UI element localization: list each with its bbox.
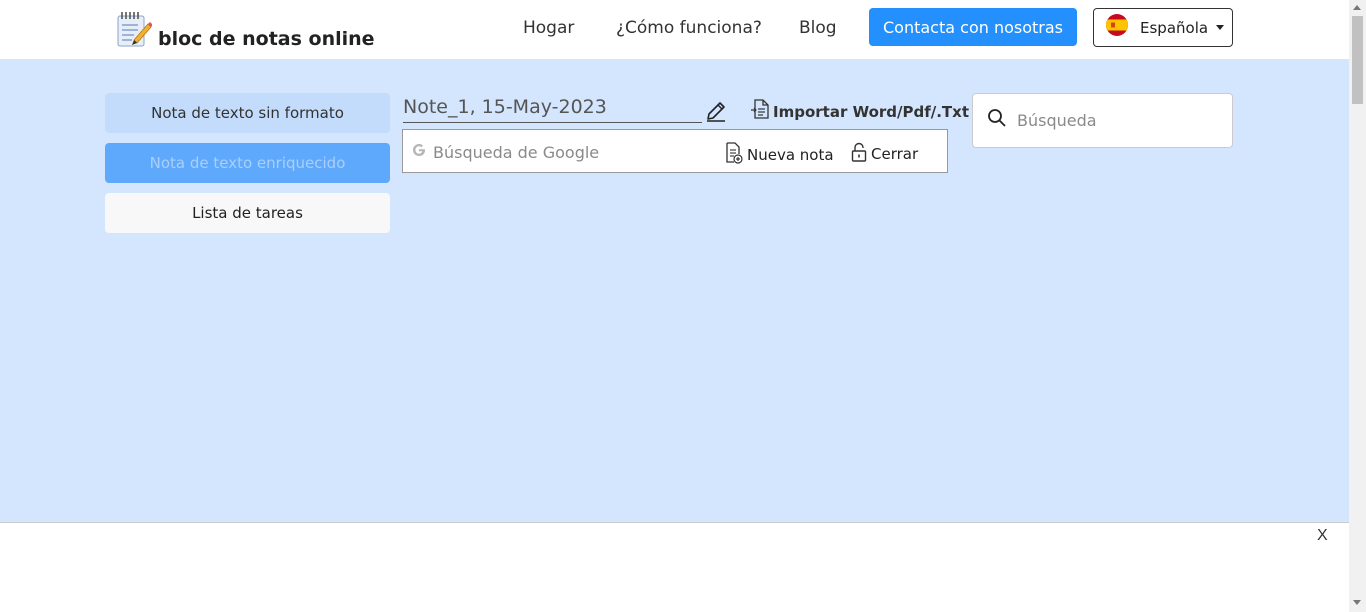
new-note-label: Nueva nota bbox=[747, 146, 834, 164]
google-search bbox=[411, 142, 703, 163]
language-dropdown[interactable]: Española bbox=[1093, 8, 1233, 47]
contact-button[interactable]: Contacta con nosotras bbox=[869, 8, 1077, 46]
spain-flag-icon bbox=[1106, 14, 1128, 41]
logo-text: bloc de notas online bbox=[158, 27, 375, 50]
logo[interactable]: bloc de notas online bbox=[116, 10, 375, 53]
ad-banner: X bbox=[0, 522, 1349, 612]
close-note-button[interactable]: Cerrar bbox=[851, 142, 918, 166]
chevron-down-icon bbox=[1216, 25, 1225, 30]
ad-close-button[interactable]: X bbox=[1317, 527, 1328, 545]
note-search-box bbox=[972, 93, 1233, 148]
language-label: Española bbox=[1140, 18, 1209, 37]
search-input[interactable] bbox=[1017, 111, 1217, 130]
google-search-input[interactable] bbox=[433, 143, 703, 162]
tab-todo-list[interactable]: Lista de tareas bbox=[105, 193, 390, 233]
scroll-thumb[interactable] bbox=[1352, 16, 1363, 104]
note-toolbar: Nueva nota Cerrar bbox=[402, 129, 948, 173]
scrollbar[interactable] bbox=[1349, 0, 1366, 612]
scroll-up-icon[interactable] bbox=[1353, 5, 1361, 10]
nav-blog-link[interactable]: Blog bbox=[799, 18, 837, 38]
new-note-button[interactable]: Nueva nota bbox=[725, 142, 834, 168]
nav-how-it-works-link[interactable]: ¿Cómo funciona? bbox=[616, 18, 762, 38]
pencil-icon[interactable] bbox=[705, 100, 727, 127]
tab-plain-text-note[interactable]: Nota de texto sin formato bbox=[105, 93, 390, 133]
notepad-logo-icon bbox=[116, 10, 153, 53]
nav-home-link[interactable]: Hogar bbox=[523, 18, 574, 38]
google-g-icon bbox=[411, 142, 427, 163]
import-file-button[interactable]: Importar Word/Pdf/.Txt bbox=[751, 99, 969, 124]
search-icon bbox=[987, 108, 1007, 133]
lock-icon bbox=[851, 142, 867, 166]
top-navbar: bloc de notas online Hogar ¿Cómo funcion… bbox=[0, 0, 1349, 59]
new-note-icon bbox=[725, 142, 743, 168]
tab-rich-text-note[interactable]: Nota de texto enriquecido bbox=[105, 143, 390, 183]
scroll-down-icon[interactable] bbox=[1353, 600, 1361, 605]
import-label: Importar Word/Pdf/.Txt bbox=[773, 102, 970, 121]
close-label: Cerrar bbox=[871, 145, 919, 163]
document-import-icon bbox=[751, 99, 769, 124]
note-title[interactable]: Note_1, 15-May-2023 bbox=[403, 96, 702, 123]
